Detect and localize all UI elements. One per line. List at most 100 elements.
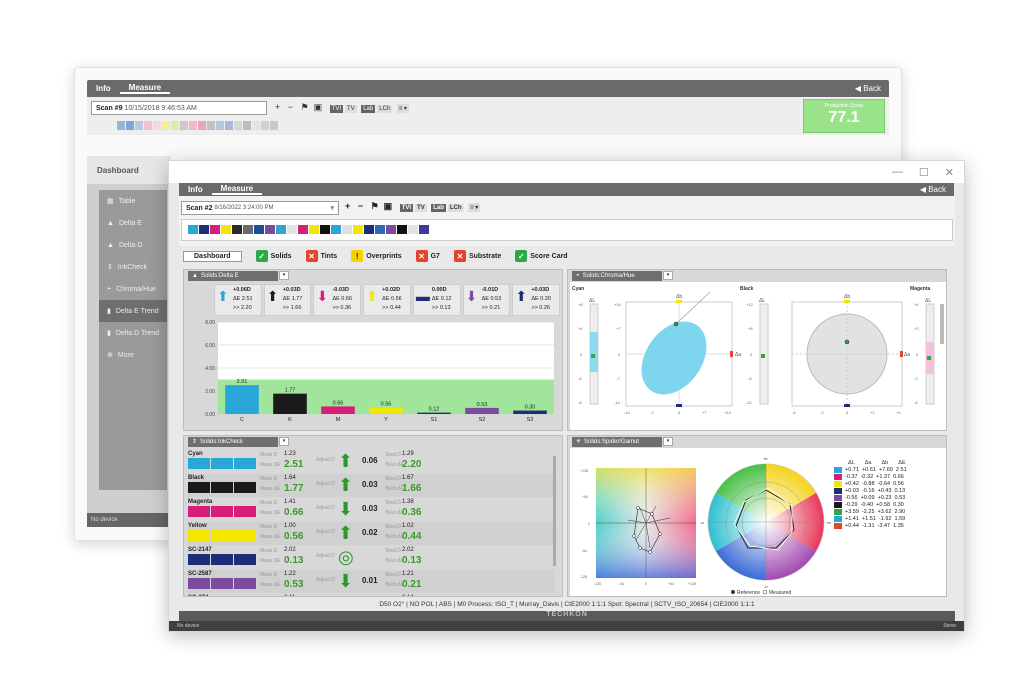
color-swatch[interactable]: [309, 225, 319, 234]
maximize-icon[interactable]: ☐: [919, 166, 929, 179]
spider-panel-button[interactable]: ✳ Solids:Spider/Gamut: [572, 436, 662, 447]
inkcheck-row[interactable]: Cyan Meas D Meas ΔE Adjust D Best D Best ΔE 1.…: [188, 450, 554, 473]
back-add-button[interactable]: +: [275, 102, 280, 112]
inkcheck-row[interactable]: Magenta Meas D Meas ΔE Adjust D Best D Best Δ…: [188, 498, 554, 521]
color-swatch[interactable]: [232, 225, 242, 234]
color-swatch[interactable]: [375, 225, 385, 234]
color-swatch[interactable]: [162, 121, 170, 130]
sidebar-item-inkcheck[interactable]: ⇕ InkCheck: [99, 256, 167, 278]
dash-tab-solids[interactable]: ✓ Solids: [255, 250, 292, 262]
chroma-panel-button[interactable]: ◓ Solids:Chroma/Hue: [572, 270, 662, 281]
back-remove-button[interactable]: −: [288, 102, 293, 112]
color-swatch[interactable]: [397, 225, 407, 234]
color-swatch[interactable]: [243, 121, 251, 130]
color-swatch[interactable]: [386, 225, 396, 234]
tv-button[interactable]: TV: [415, 204, 427, 212]
inkcheck-row[interactable]: SC-2587 Meas D Meas ΔE Adjust D Best D Best Δ…: [188, 570, 554, 593]
color-swatch[interactable]: [408, 225, 418, 234]
delta-e-panel-button[interactable]: ▲ Solids:Delta E: [188, 270, 278, 281]
color-swatch[interactable]: [126, 121, 134, 130]
dash-tab-dashboard[interactable]: Dashboard: [183, 250, 242, 262]
inkcheck-scrollbar[interactable]: [553, 456, 556, 566]
sidebar-item-more[interactable]: ⊕ More: [99, 344, 167, 366]
dash-tab-overprints[interactable]: ! Overprints: [351, 250, 402, 262]
back-lab-button[interactable]: Lab: [361, 105, 376, 113]
color-swatch[interactable]: [419, 225, 429, 234]
color-swatch[interactable]: [270, 121, 278, 130]
back-lch-button[interactable]: LCh: [377, 105, 393, 113]
bar-C[interactable]: [225, 385, 259, 414]
color-swatch[interactable]: [243, 225, 253, 234]
panel-dropdown[interactable]: ▾: [279, 437, 289, 446]
sidebar-item-delta-d-trend[interactable]: ▮ Delta D Trend: [99, 322, 167, 344]
bar-S3[interactable]: [513, 410, 547, 414]
color-swatch[interactable]: [221, 225, 231, 234]
sidebar-item-delta-d[interactable]: ▲ Delta D: [99, 234, 167, 256]
back-scan-select[interactable]: Scan #9 10/15/2018 9:46:53 AM: [91, 101, 267, 115]
color-swatch[interactable]: [298, 225, 308, 234]
sidebar-item-table[interactable]: ▦ Table: [99, 190, 167, 212]
dash-tab-substrate[interactable]: ✕ Substrate: [453, 250, 501, 262]
color-swatch[interactable]: [261, 121, 269, 130]
color-swatch[interactable]: [189, 121, 197, 130]
back-tv-button[interactable]: TV: [345, 105, 357, 113]
color-swatch[interactable]: [225, 121, 233, 130]
back-tab-info[interactable]: Info: [87, 84, 120, 93]
add-button[interactable]: +: [345, 201, 350, 211]
inkcheck-panel-button[interactable]: ⇕ Solids:InkCheck: [188, 436, 278, 447]
sidebar-item-chroma-hue[interactable]: ◓ Chroma/Hue: [99, 278, 167, 300]
color-swatch[interactable]: [364, 225, 374, 234]
panel-dropdown[interactable]: ▾: [663, 437, 673, 446]
tvi-button[interactable]: TVI: [399, 204, 414, 212]
lab-button[interactable]: Lab: [431, 204, 446, 212]
color-swatch[interactable]: [276, 225, 286, 234]
color-swatch[interactable]: [117, 121, 125, 130]
remove-button[interactable]: −: [358, 201, 363, 211]
color-swatch[interactable]: [199, 225, 209, 234]
color-swatch[interactable]: [171, 121, 179, 130]
sidebar-item-delta-e[interactable]: ▲ Delta E: [99, 212, 167, 234]
dash-tab-tints[interactable]: ✕ Tints: [305, 250, 337, 262]
color-swatch[interactable]: [153, 121, 161, 130]
color-swatch[interactable]: [135, 121, 143, 130]
bar-Y[interactable]: [369, 407, 403, 414]
color-swatch[interactable]: [287, 225, 297, 234]
back-menu-button[interactable]: ≡ ▾: [396, 104, 409, 113]
back-save-icon[interactable]: ▣: [314, 102, 323, 112]
bar-K[interactable]: [273, 393, 307, 414]
lch-button[interactable]: LCh: [447, 204, 464, 212]
inkcheck-row[interactable]: Black Meas D Meas ΔE Adjust D Best D Best ΔE 1…: [188, 474, 554, 497]
back-back-button[interactable]: ◀ Back: [855, 84, 889, 93]
sidebar-item-delta-e-trend[interactable]: ▮ Delta E Trend: [99, 300, 167, 322]
color-swatch[interactable]: [216, 121, 224, 130]
color-swatch[interactable]: [265, 225, 275, 234]
color-swatch[interactable]: [353, 225, 363, 234]
minimize-icon[interactable]: —: [892, 166, 903, 178]
flag-icon[interactable]: ⚑: [371, 201, 379, 211]
save-icon[interactable]: ▣: [384, 201, 393, 211]
color-swatch[interactable]: [210, 225, 220, 234]
close-icon[interactable]: ✕: [945, 166, 954, 179]
color-swatch[interactable]: [320, 225, 330, 234]
color-swatch[interactable]: [254, 225, 264, 234]
color-swatch[interactable]: [207, 121, 215, 130]
tab-info[interactable]: Info: [179, 185, 212, 194]
back-tvi-button[interactable]: TVI: [329, 105, 344, 113]
tab-measure[interactable]: Measure: [211, 184, 263, 195]
scan-select[interactable]: Scan #2 8/16/2022 3:24:00 PM ▾: [181, 201, 339, 215]
bar-S2[interactable]: [465, 407, 499, 414]
color-swatch[interactable]: [188, 225, 198, 234]
color-swatch[interactable]: [342, 225, 352, 234]
bar-M[interactable]: [321, 406, 355, 414]
panel-dropdown[interactable]: ▾: [663, 271, 673, 280]
color-swatch[interactable]: [198, 121, 206, 130]
color-swatch[interactable]: [331, 225, 341, 234]
inkcheck-row[interactable]: SC-2147 Meas D Meas ΔE Adjust D Best D Best Δ…: [188, 546, 554, 569]
chroma-scrollbar[interactable]: [940, 304, 944, 344]
color-swatch[interactable]: [234, 121, 242, 130]
inkcheck-row[interactable]: SC-274Meas DMeas ΔEAdjust DBest DBest ΔE…: [188, 594, 554, 596]
menu-button[interactable]: ≡ ▾: [468, 203, 481, 212]
color-swatch[interactable]: [144, 121, 152, 130]
panel-dropdown[interactable]: ▾: [279, 271, 289, 280]
back-button[interactable]: ◀ Back: [920, 185, 954, 194]
